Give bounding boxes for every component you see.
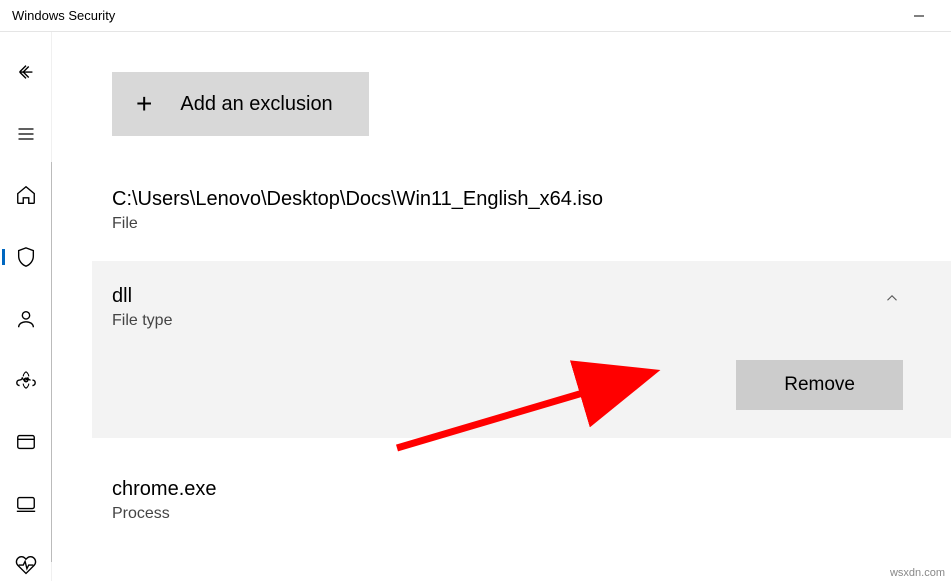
exclusion-item[interactable]: chrome.exe Process: [112, 474, 891, 551]
sidebar-item-app-browser[interactable]: [2, 426, 50, 458]
sidebar-item-home[interactable]: [2, 179, 50, 211]
exclusion-path: C:\Users\Lenovo\Desktop\Docs\Win11_Engli…: [112, 188, 891, 211]
window-title: Windows Security: [12, 8, 115, 23]
exclusion-item-expanded: dll File type Remove: [92, 261, 951, 438]
sidebar-item-device-performance[interactable]: [2, 549, 50, 581]
exclusion-item[interactable]: C:\Users\Lenovo\Desktop\Docs\Win11_Engli…: [112, 184, 891, 261]
sidebar-item-device-security[interactable]: [2, 488, 50, 520]
remove-button[interactable]: Remove: [736, 360, 903, 410]
sidebar-item-account[interactable]: [2, 303, 50, 335]
exclusion-path: dll: [112, 285, 172, 308]
exclusion-path: chrome.exe: [112, 478, 891, 501]
sidebar-item-virus-protection[interactable]: [2, 241, 50, 273]
minimize-button[interactable]: [899, 4, 939, 28]
exclusion-type: File type: [112, 312, 172, 330]
add-exclusion-label: Add an exclusion: [180, 93, 332, 116]
add-exclusion-button[interactable]: + Add an exclusion: [112, 72, 369, 136]
chevron-up-icon[interactable]: [883, 289, 923, 307]
sidebar-item-firewall[interactable]: [2, 364, 50, 396]
watermark: wsxdn.com: [890, 567, 945, 579]
exclusion-type: Process: [112, 505, 891, 523]
back-button[interactable]: [2, 56, 50, 88]
menu-button[interactable]: [2, 118, 50, 150]
exclusion-type: File: [112, 215, 891, 233]
plus-icon: +: [136, 90, 152, 118]
